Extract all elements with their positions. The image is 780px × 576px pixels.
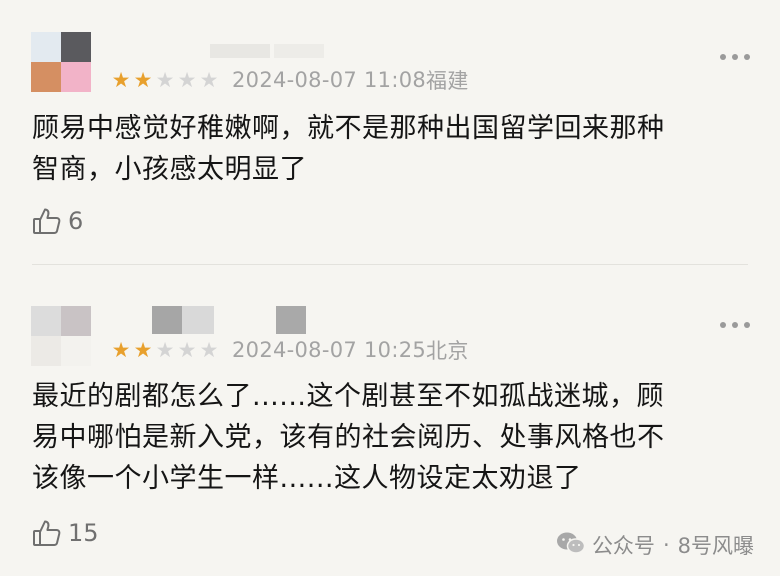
watermark-label: 公众号 — [591, 534, 655, 558]
more-dots-icon[interactable] — [720, 318, 750, 332]
watermark-separator: · — [662, 533, 670, 557]
star-filled-icon: ★ — [111, 337, 131, 362]
star-empty-icon: ★ — [177, 67, 197, 92]
star-filled-icon: ★ — [133, 337, 153, 362]
watermark: 公众号 · 8号风曝 — [556, 530, 754, 560]
star-filled-icon: ★ — [111, 67, 131, 92]
star-empty-icon: ★ — [177, 337, 197, 362]
more-dots-icon[interactable] — [720, 50, 750, 64]
avatar[interactable] — [31, 306, 91, 366]
wechat-icon — [556, 531, 586, 560]
star-empty-icon: ★ — [199, 337, 219, 362]
like-button[interactable]: 6 — [32, 204, 83, 238]
star-rating: ★ ★ ★ ★ ★ — [110, 67, 220, 92]
username-blurred[interactable] — [152, 306, 308, 334]
review-content: 顾易中感觉好稚嫩啊，就不是那种出国留学回来那种 智商，小孩感太明显了 — [32, 113, 665, 185]
comments-page: ★ ★ ★ ★ ★ 2024-08-07 11:08 福建 顾易中感觉好稚嫩啊，就不是那… — [0, 0, 780, 576]
thumbs-up-icon — [32, 206, 62, 236]
username-blurred[interactable] — [210, 44, 330, 58]
star-empty-icon: ★ — [155, 337, 175, 362]
divider — [32, 264, 748, 265]
star-empty-icon: ★ — [199, 67, 219, 92]
thumbs-up-icon — [32, 518, 62, 548]
star-filled-icon: ★ — [133, 67, 153, 92]
avatar[interactable] — [31, 32, 91, 92]
review-date: 2024-08-07 11:08 — [232, 68, 427, 92]
star-empty-icon: ★ — [155, 67, 175, 92]
review-location: 福建 — [426, 69, 469, 93]
review-meta: ★ ★ ★ ★ ★ 2024-08-07 10:25 北京 — [110, 336, 469, 364]
like-count: 15 — [68, 519, 99, 547]
review-item: ★ ★ ★ ★ ★ 2024-08-07 11:08 福建 顾易中感觉好稚嫩啊，就不是那… — [0, 0, 780, 264]
review-content: 最近的剧都怎么了......这个剧甚至不如孤战迷城，顾 易中哪怕是新入党，该有的… — [32, 381, 665, 494]
review-location: 北京 — [426, 339, 469, 363]
review-date: 2024-08-07 10:25 — [232, 338, 427, 362]
like-count: 6 — [68, 207, 84, 235]
watermark-account: 8号风曝 — [677, 534, 754, 558]
like-button[interactable]: 15 — [32, 516, 99, 550]
star-rating: ★ ★ ★ ★ ★ — [110, 337, 220, 362]
review-meta: ★ ★ ★ ★ ★ 2024-08-07 11:08 福建 — [110, 66, 469, 94]
